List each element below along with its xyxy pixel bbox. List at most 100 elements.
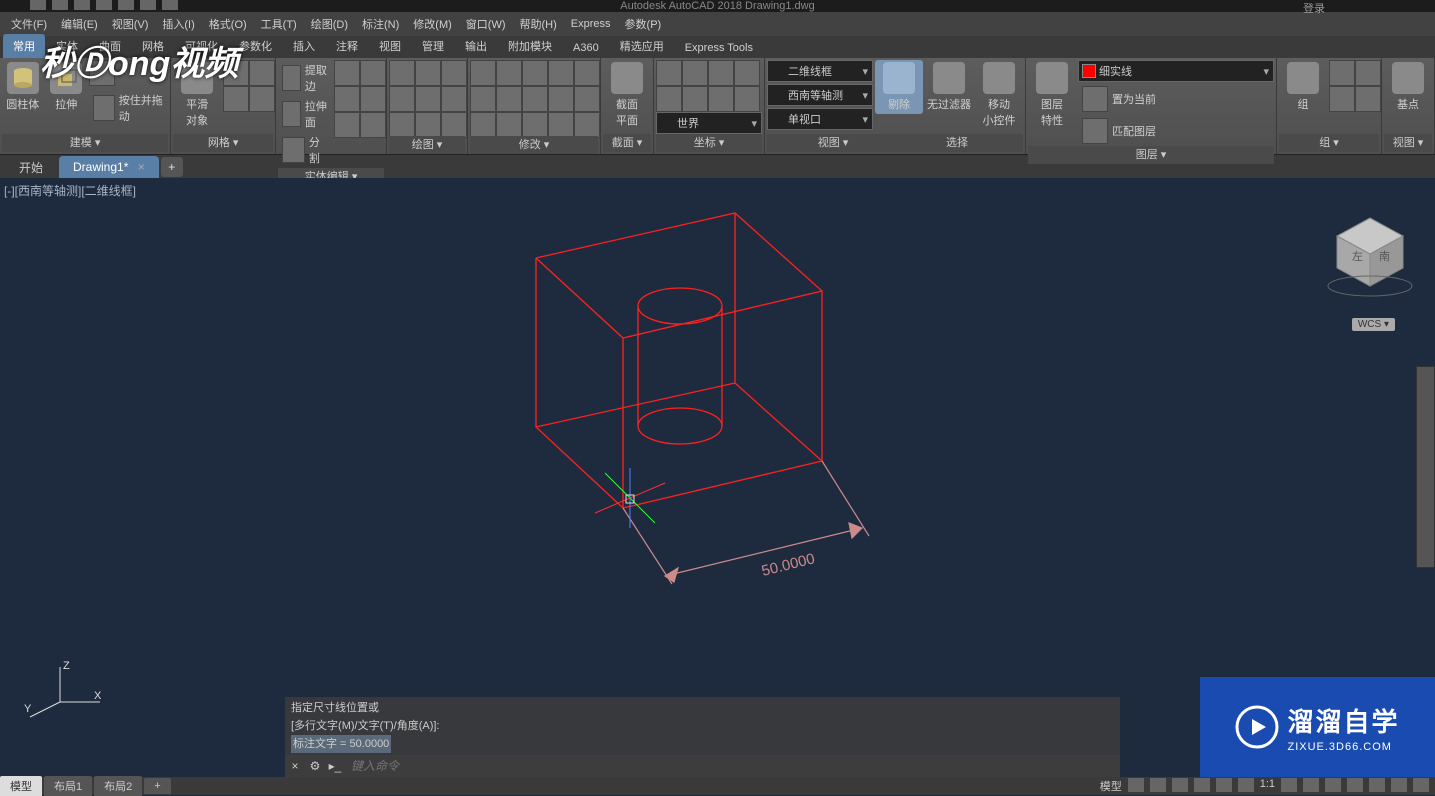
cmd-close-icon[interactable]: × (285, 759, 305, 773)
dimension-text[interactable]: 50.0000 (760, 550, 817, 580)
erase-icon[interactable] (548, 60, 574, 86)
line-icon[interactable] (389, 60, 415, 86)
navigation-bar[interactable] (1416, 366, 1435, 568)
menu-help[interactable]: 帮助(H) (514, 13, 563, 35)
osnap-toggle-icon[interactable] (1216, 778, 1232, 792)
ribbon-tab-home[interactable]: 常用 (3, 34, 45, 58)
ribbon-tab-output[interactable]: 输出 (455, 34, 497, 58)
arc-icon[interactable] (389, 86, 415, 112)
panel-base-label[interactable]: 视图 ▾ (1384, 134, 1432, 152)
solid-tool-2[interactable] (360, 60, 386, 86)
status-tool-c[interactable] (1325, 778, 1341, 792)
ribbon-tab-view[interactable]: 视图 (369, 34, 411, 58)
panel-layer-label[interactable]: 图层 ▾ (1028, 146, 1274, 164)
menu-view[interactable]: 视图(V) (106, 13, 155, 35)
new-doc-button[interactable]: + (161, 157, 183, 177)
ellipse-icon[interactable] (441, 86, 467, 112)
matchlayer-button[interactable]: 匹配图层 (1078, 116, 1274, 146)
rect-icon[interactable] (415, 86, 441, 112)
ribbon-tab-mesh[interactable]: 网格 (132, 34, 174, 58)
ucs-tool-6[interactable] (682, 86, 708, 112)
ucs-combo[interactable]: 世界 (656, 112, 762, 134)
ribbon-tab-a360[interactable]: A360 (563, 38, 609, 58)
extrude-button[interactable]: 拉伸 (45, 60, 86, 114)
stretch-icon[interactable] (548, 86, 574, 112)
scale-icon[interactable] (574, 86, 600, 112)
smooth-button[interactable]: 平滑 对象 (173, 60, 221, 130)
solid-tool-4[interactable] (360, 86, 386, 112)
presspull-button[interactable]: 按住并拖动 (89, 90, 168, 126)
layerprops-button[interactable]: 图层 特性 (1028, 60, 1076, 130)
mirror-icon[interactable] (470, 86, 496, 112)
pline-icon[interactable] (415, 60, 441, 86)
spline-icon[interactable] (415, 112, 441, 138)
layout-tab-add[interactable]: + (144, 778, 170, 794)
solid-tool-5[interactable] (334, 112, 360, 138)
layer-combo[interactable]: 细实线 (1078, 60, 1274, 82)
basepoint-button[interactable]: 基点 (1384, 60, 1432, 114)
panel-select-label[interactable]: 选择 (895, 134, 1019, 152)
split-button[interactable]: 分割 (278, 132, 332, 168)
setcurrent-button[interactable]: 置为当前 (1078, 84, 1274, 114)
qat-undo-icon[interactable] (140, 0, 156, 10)
menu-param[interactable]: 参数(P) (619, 13, 668, 35)
ribbon-tab-annotate[interactable]: 注释 (326, 34, 368, 58)
ucs-tool-8[interactable] (734, 86, 760, 112)
panel-modify-label[interactable]: 修改 ▾ (470, 136, 598, 154)
rotate-icon[interactable] (496, 60, 522, 86)
status-tool-b[interactable] (1303, 778, 1319, 792)
customize-status-icon[interactable] (1413, 778, 1429, 792)
ucs-tool-1[interactable] (656, 60, 682, 86)
group-tool-2[interactable] (1355, 60, 1381, 86)
ribbon-tab-manage[interactable]: 管理 (412, 34, 454, 58)
otrack-toggle-icon[interactable] (1238, 778, 1254, 792)
snap-toggle-icon[interactable] (1150, 778, 1166, 792)
ucs-tool-5[interactable] (656, 86, 682, 112)
status-tool-e[interactable] (1369, 778, 1385, 792)
visualstyle-combo[interactable]: 二维线框 (767, 60, 873, 82)
ucs-tool-7[interactable] (708, 86, 734, 112)
extrface-button[interactable]: 拉伸面 (278, 96, 332, 132)
menu-file[interactable]: 文件(F) (5, 13, 53, 35)
modify-tool-c[interactable] (574, 112, 600, 138)
trim-icon[interactable] (522, 60, 548, 86)
ucs-tool-2[interactable] (682, 60, 708, 86)
mesh-tool-3[interactable] (223, 86, 249, 112)
layout-tab-1[interactable]: 布局1 (44, 776, 92, 796)
panel-group-label[interactable]: 组 ▾ (1279, 134, 1379, 152)
gizmo-button[interactable]: 移动 小控件 (975, 60, 1023, 130)
group-tool-3[interactable] (1329, 86, 1355, 112)
wcs-indicator[interactable]: WCS ▾ (1352, 318, 1395, 331)
ribbon-tab-solid[interactable]: 实体 (46, 34, 88, 58)
mesh-tool-4[interactable] (249, 86, 275, 112)
doc-tab-drawing1[interactable]: Drawing1* × (59, 156, 159, 178)
layout-tab-model[interactable]: 模型 (0, 776, 42, 796)
solid-tool-3[interactable] (334, 86, 360, 112)
modify-tool-b[interactable] (548, 112, 574, 138)
panel-section-label[interactable]: 截面 ▾ (603, 134, 651, 152)
qat-redo-icon[interactable] (162, 0, 178, 10)
grid-toggle-icon[interactable] (1128, 778, 1144, 792)
ribbon-tab-express[interactable]: Express Tools (675, 38, 763, 58)
viewcube[interactable]: 左 南 (1325, 208, 1415, 298)
status-tool-d[interactable] (1347, 778, 1363, 792)
status-model-label[interactable]: 模型 (1100, 778, 1122, 794)
menu-draw[interactable]: 绘图(D) (305, 13, 354, 35)
qat-saveas-icon[interactable] (96, 0, 112, 10)
move-icon[interactable] (470, 60, 496, 86)
panel-create-label[interactable]: 建模 ▾ (2, 134, 168, 152)
cylinder-button[interactable]: 圆柱体 (2, 60, 43, 114)
panel-view-label[interactable]: 视图 ▾ (771, 134, 895, 152)
array-icon[interactable] (470, 112, 496, 138)
polygon-icon[interactable] (441, 112, 467, 138)
sectionplane-button[interactable]: 截面 平面 (603, 60, 651, 130)
offset-icon[interactable] (496, 112, 522, 138)
namedview-combo[interactable]: 西南等轴测 (767, 84, 873, 106)
cmd-options-icon[interactable]: ⚙ (305, 759, 325, 773)
solid-tool-1[interactable] (334, 60, 360, 86)
viewport-combo[interactable]: 单视口 (767, 108, 873, 130)
extractedge-button[interactable]: 提取边 (278, 60, 332, 96)
ribbon-tab-insert[interactable]: 插入 (283, 34, 325, 58)
qat-open-icon[interactable] (52, 0, 68, 10)
qat-plot-icon[interactable] (118, 0, 134, 10)
